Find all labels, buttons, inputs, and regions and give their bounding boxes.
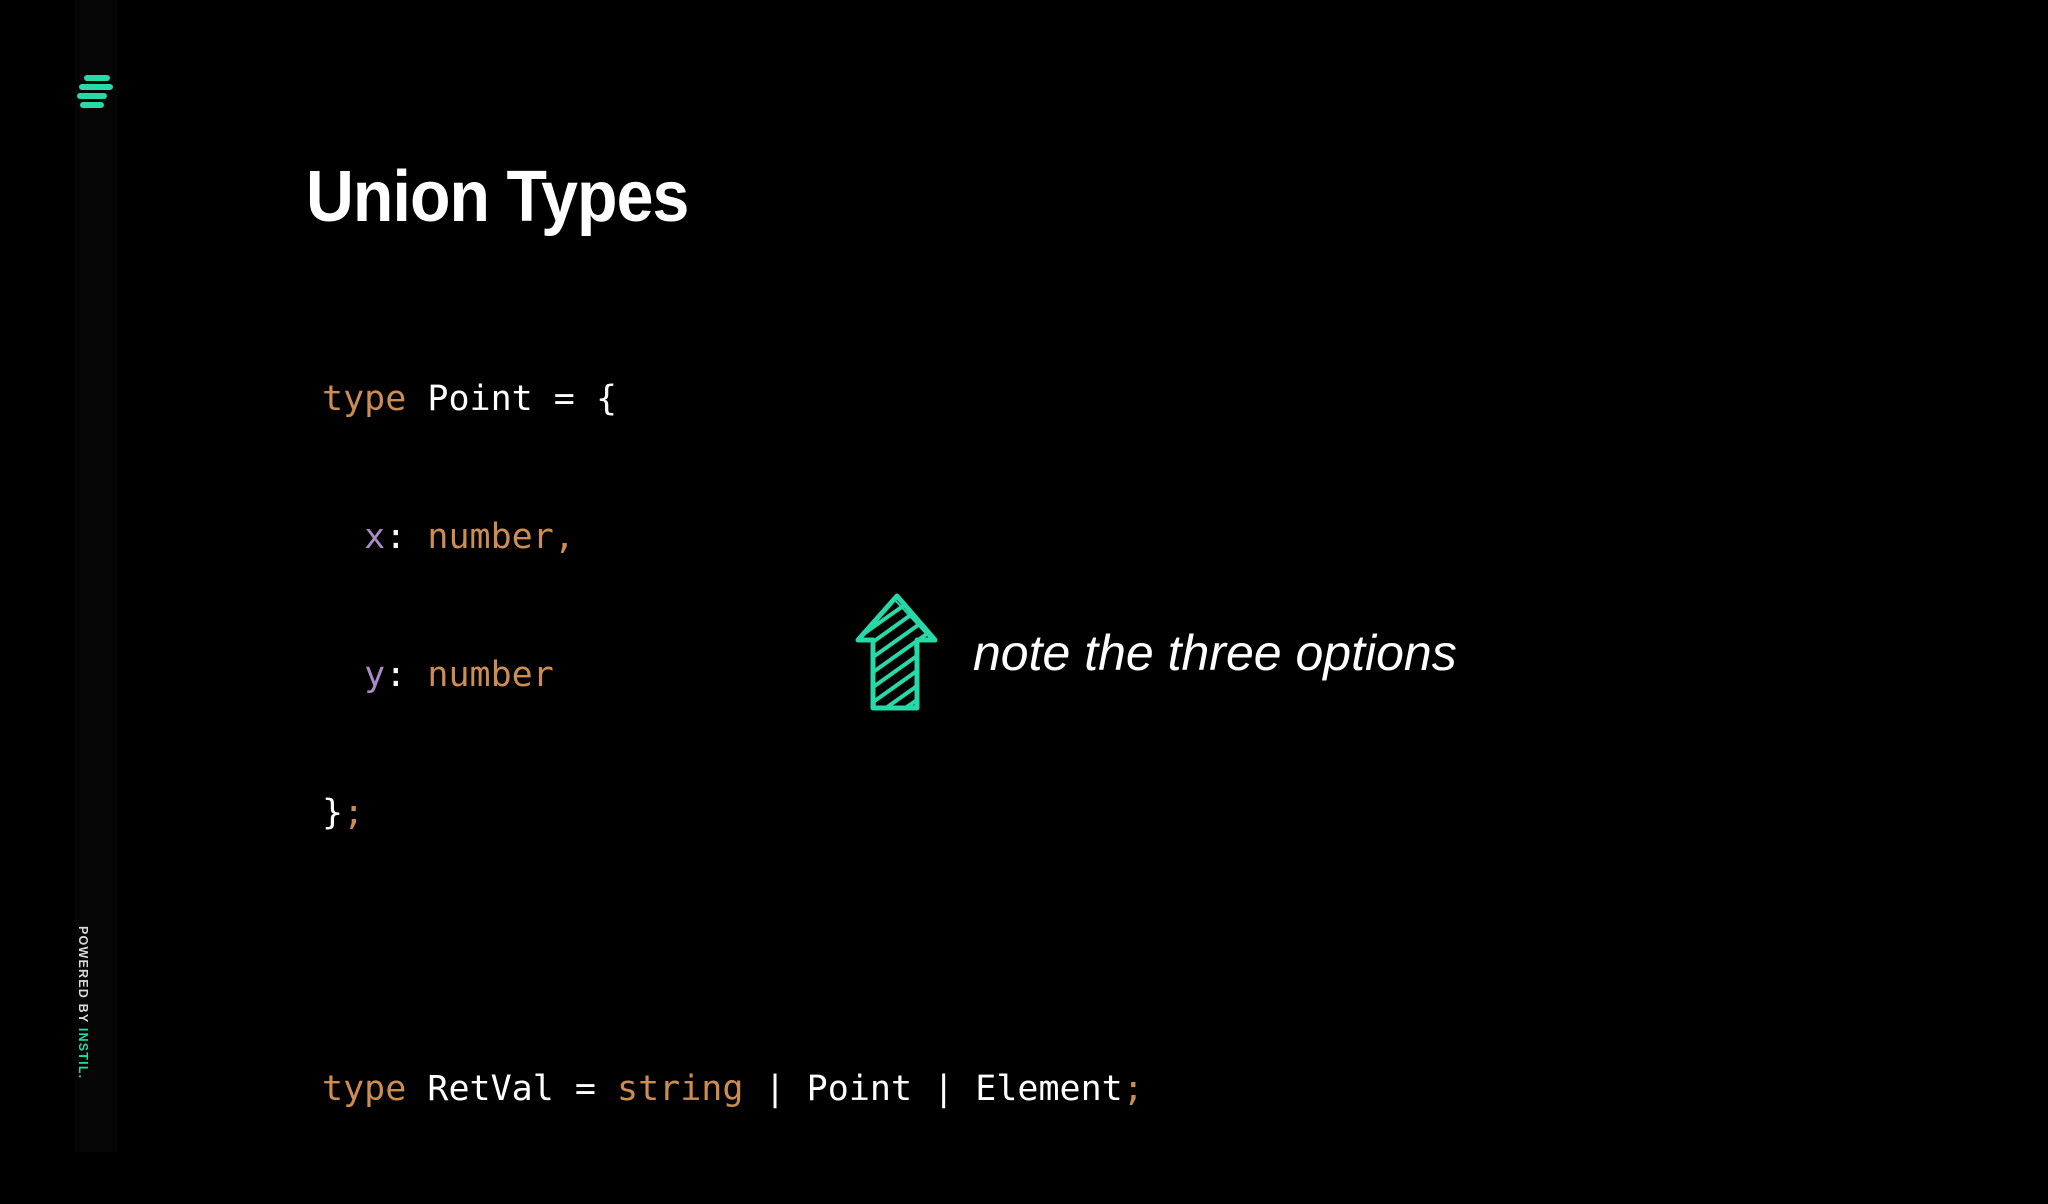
slide-title: Union Types (306, 157, 689, 237)
code-text: : (385, 517, 428, 557)
code-type: Point (806, 1069, 913, 1109)
up-arrow-icon (855, 593, 938, 711)
code-semicolon: ; (343, 793, 365, 833)
code-type: string (617, 1069, 744, 1109)
note-text: note the three options (973, 625, 1457, 681)
code-type: Element (975, 1069, 1123, 1109)
powered-by-text: POWERED BY INSTIL. (76, 926, 90, 1079)
code-text: RetVal = (406, 1069, 618, 1109)
code-type: number (427, 655, 554, 695)
code-property: y (364, 655, 386, 695)
slide: Union Types type Point = { x: number, y:… (0, 0, 2048, 1152)
code-keyword: type (322, 379, 407, 419)
code-text: Point = { (406, 379, 618, 419)
code-separator: | (743, 1069, 807, 1109)
code-block: type Point = { x: number, y: number }; t… (322, 284, 1144, 1204)
powered-by-badge: POWERED BY INSTIL. (74, 926, 94, 1079)
code-line: type Point = { (322, 376, 1144, 422)
code-semicolon: ; (1122, 1069, 1144, 1109)
code-line: type RetVal = string | Point | Element; (322, 1066, 1144, 1112)
instil-logo-icon (77, 75, 113, 108)
code-separator: | (912, 1069, 976, 1109)
code-type: number, (427, 517, 575, 557)
code-text: : (385, 655, 428, 695)
powered-by-label: POWERED BY (76, 926, 90, 1028)
code-keyword: type (322, 1069, 407, 1109)
code-line: }; (322, 790, 1144, 836)
code-property: x (364, 517, 386, 557)
code-line: x: number, (322, 514, 1144, 560)
brand-name: INSTIL. (76, 1027, 90, 1080)
code-text: } (322, 793, 344, 833)
